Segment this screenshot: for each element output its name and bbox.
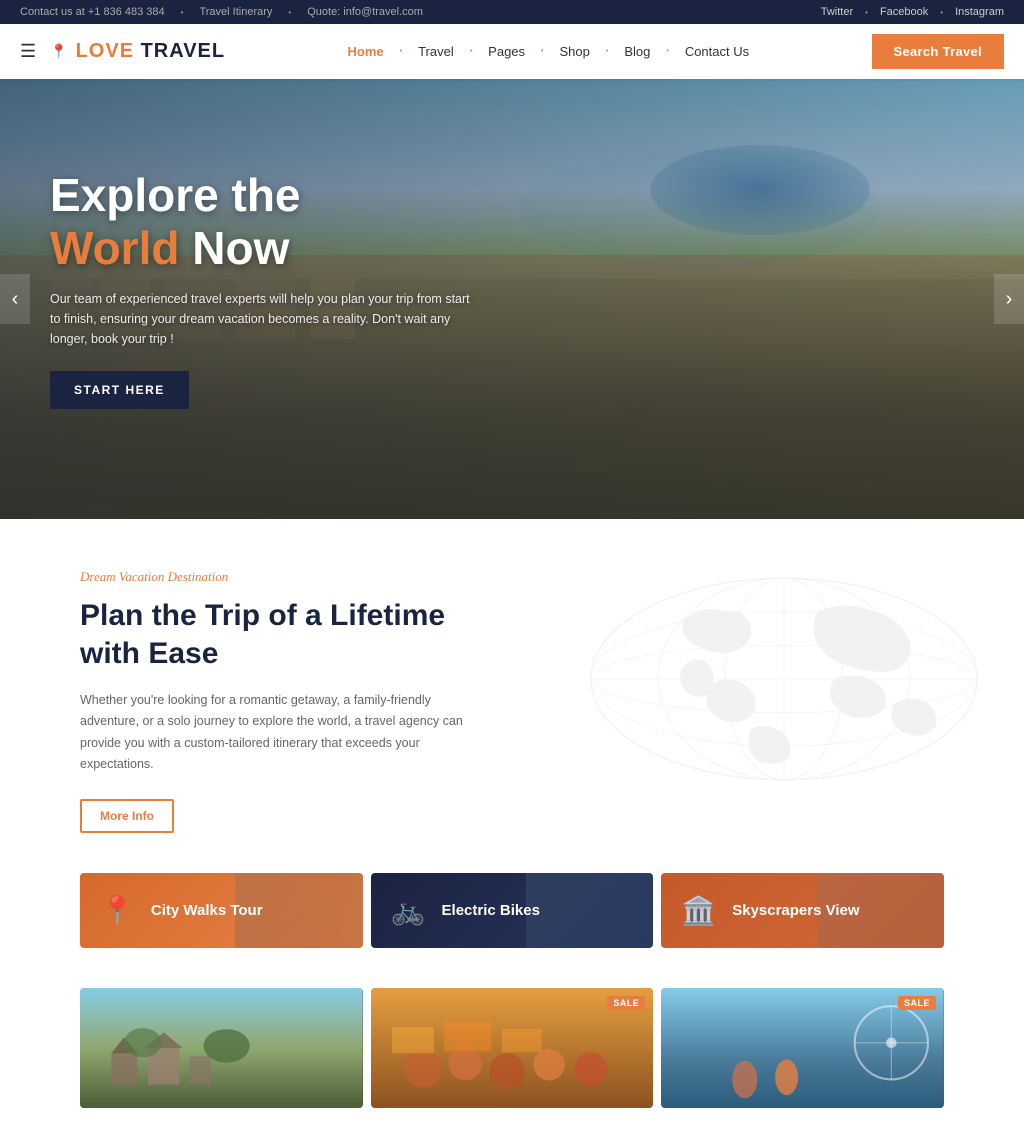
- plan-title: Plan the Trip of a Lifetime with Ease: [80, 597, 460, 672]
- top-bar-right: Twitter • Facebook • Instagram: [821, 6, 1004, 18]
- plan-section: Dream Vacation Destination Plan the Trip…: [0, 519, 1024, 873]
- dot-4: •: [940, 8, 943, 17]
- nav-dot-2: •: [470, 48, 472, 55]
- nav-dot-5: •: [666, 48, 668, 55]
- start-here-button[interactable]: START HERE: [50, 371, 189, 409]
- hero-subtitle: Our team of experienced travel experts w…: [50, 289, 470, 349]
- sale-badge-2: SALE: [607, 996, 645, 1010]
- bottom-cards-section: SALE SALE: [0, 988, 1024, 1138]
- hero-prev-arrow[interactable]: ‹: [0, 274, 30, 324]
- plan-description: Whether you're looking for a romantic ge…: [80, 690, 480, 775]
- dot-3: •: [865, 8, 868, 17]
- hero-section: Explore the World Now Our team of experi…: [0, 79, 1024, 519]
- nav-dot-3: •: [541, 48, 543, 55]
- main-header: ☰ 📍 LOVE TRAVEL Home • Travel • Pages • …: [0, 24, 1024, 79]
- hero-next-arrow[interactable]: ›: [994, 274, 1024, 324]
- nav-home[interactable]: Home: [338, 38, 394, 65]
- instagram-link[interactable]: Instagram: [955, 6, 1004, 18]
- bottom-card-1-image: [80, 988, 363, 1108]
- tour-cards-section: 📍 City Walks Tour 🚲 Electric Bikes 🏛️ Sk…: [0, 873, 1024, 988]
- contact-info: Contact us at +1 836 483 384: [20, 6, 165, 18]
- dot-1: •: [181, 8, 184, 17]
- header-left: ☰ 📍 LOVE TRAVEL: [20, 40, 225, 63]
- bottom-card-3[interactable]: SALE: [661, 988, 944, 1108]
- site-logo[interactable]: LOVE TRAVEL: [76, 40, 226, 63]
- quote-info: Quote: info@travel.com: [307, 6, 423, 18]
- nav-dot-4: •: [606, 48, 608, 55]
- top-bar: Contact us at +1 836 483 384 • Travel It…: [0, 0, 1024, 24]
- itinerary-link[interactable]: Travel Itinerary: [199, 6, 272, 18]
- hamburger-icon[interactable]: ☰: [20, 41, 36, 62]
- nav-blog[interactable]: Blog: [614, 38, 660, 65]
- search-travel-button[interactable]: Search Travel: [872, 34, 1004, 69]
- nav-pages[interactable]: Pages: [478, 38, 535, 65]
- hero-title: Explore the World Now: [50, 169, 470, 275]
- dot-2: •: [288, 8, 291, 17]
- hero-content: Explore the World Now Our team of experi…: [50, 169, 470, 409]
- nav-contact[interactable]: Contact Us: [675, 38, 759, 65]
- twitter-link[interactable]: Twitter: [821, 6, 853, 18]
- facebook-link[interactable]: Facebook: [880, 6, 928, 18]
- location-icon: 📍: [50, 43, 67, 60]
- main-nav: Home • Travel • Pages • Shop • Blog • Co…: [338, 38, 760, 65]
- top-bar-left: Contact us at +1 836 483 384 • Travel It…: [20, 6, 423, 18]
- nav-dot-1: •: [400, 48, 402, 55]
- plan-tag: Dream Vacation Destination: [80, 569, 944, 585]
- nav-travel[interactable]: Travel: [408, 38, 464, 65]
- sale-badge-3: SALE: [898, 996, 936, 1010]
- bottom-card-1[interactable]: [80, 988, 363, 1108]
- more-info-button[interactable]: More Info: [80, 799, 174, 833]
- nav-shop[interactable]: Shop: [550, 38, 600, 65]
- bottom-card-2[interactable]: SALE: [371, 988, 654, 1108]
